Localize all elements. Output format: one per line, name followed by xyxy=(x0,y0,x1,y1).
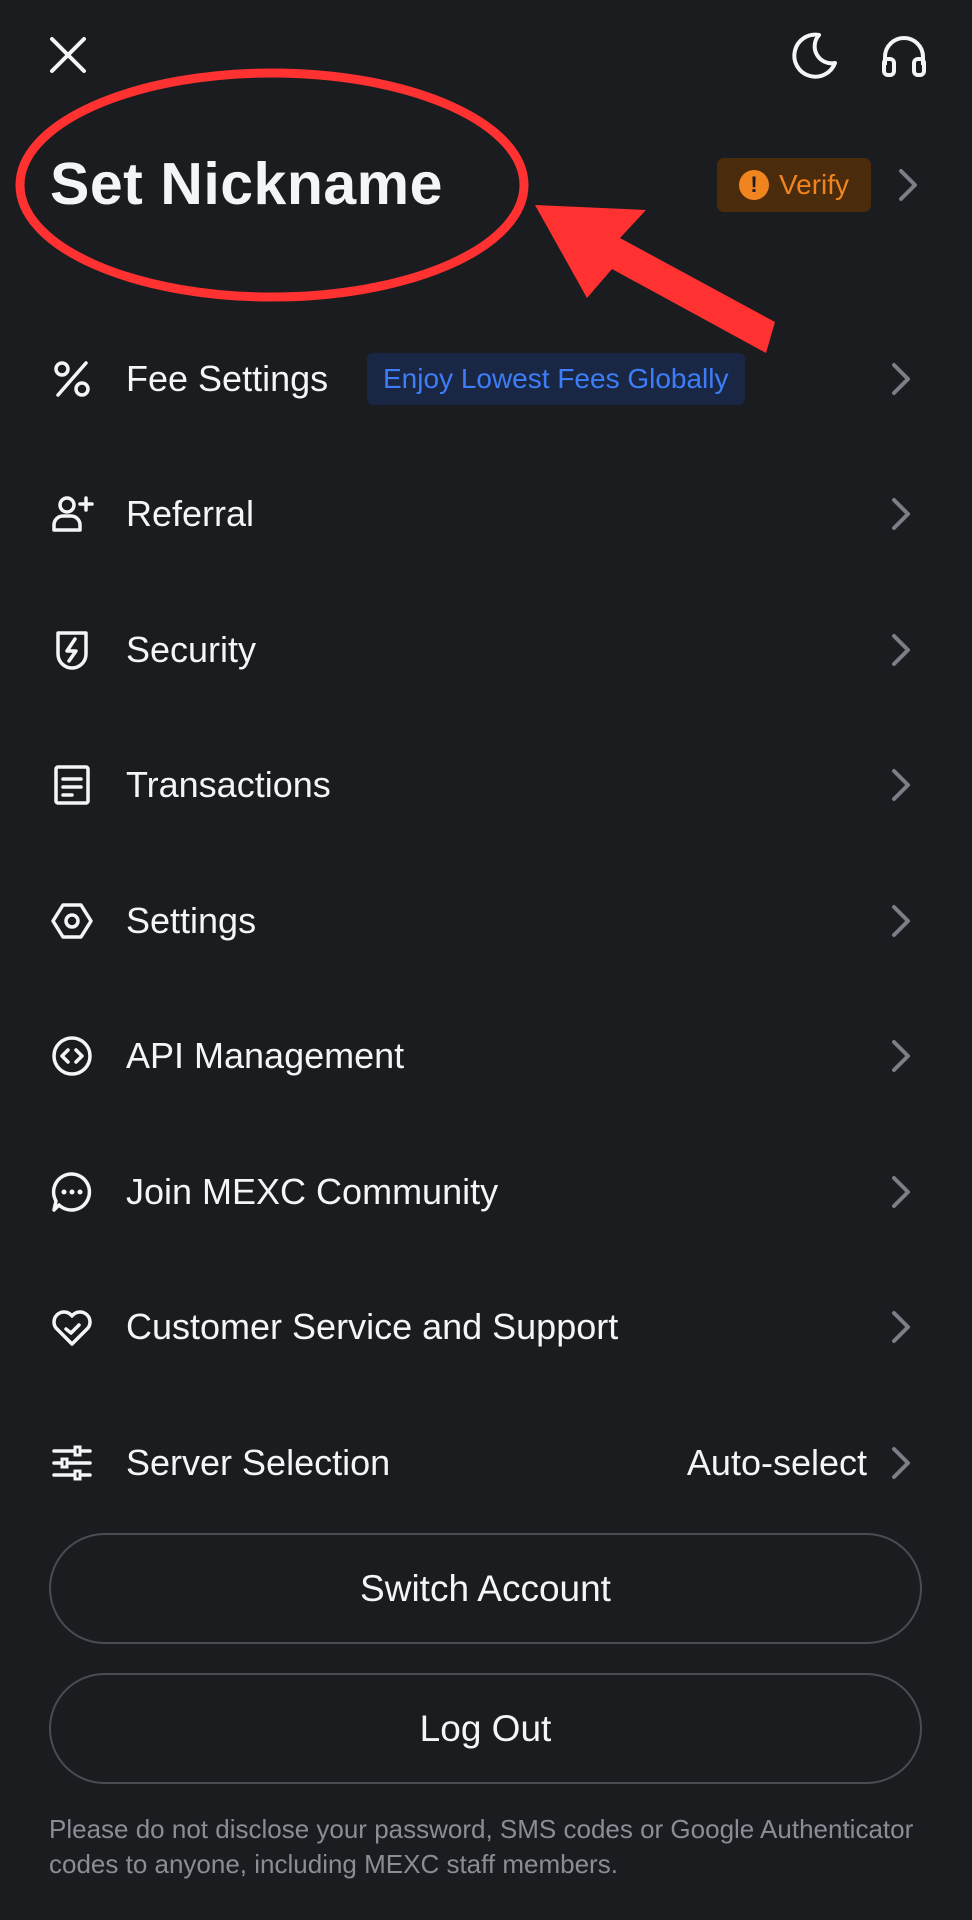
customer-service-label: Customer Service and Support xyxy=(126,1305,619,1347)
annotation-ellipse xyxy=(15,68,529,302)
chevron-right-icon xyxy=(890,1309,912,1345)
log-out-button[interactable]: Log Out xyxy=(49,1673,922,1784)
chevron-right-icon xyxy=(890,767,912,803)
chevron-right-icon xyxy=(890,903,912,939)
sliders-icon xyxy=(50,1441,94,1485)
lowest-fees-badge: Enjoy Lowest Fees Globally xyxy=(367,352,745,405)
chevron-right-icon xyxy=(890,632,912,668)
annotation-overlay xyxy=(15,68,775,353)
chevron-right-icon xyxy=(890,361,912,397)
switch-account-button[interactable]: Switch Account xyxy=(49,1533,922,1644)
menu-item-fee-settings[interactable]: Fee Settings Enjoy Lowest Fees Globally xyxy=(0,311,972,446)
server-selection-value: Auto-select xyxy=(686,1441,867,1483)
referral-label: Referral xyxy=(126,492,255,534)
menu-item-community[interactable]: Join MEXC Community xyxy=(0,1124,972,1259)
menu-item-transactions[interactable]: Transactions xyxy=(0,717,972,852)
shield-bolt-icon xyxy=(50,628,94,672)
document-icon xyxy=(50,763,94,807)
security-disclaimer: Please do not disclose your password, SM… xyxy=(49,1814,914,1879)
percent-icon xyxy=(50,357,94,401)
menu-item-server-selection[interactable]: Server Selection Auto-select xyxy=(0,1395,972,1530)
add-user-icon xyxy=(50,492,94,536)
menu-item-customer-service[interactable]: Customer Service and Support xyxy=(0,1259,972,1394)
chat-bubble-icon xyxy=(50,1170,94,1214)
menu-item-api-management[interactable]: API Management xyxy=(0,988,972,1123)
server-selection-label: Server Selection xyxy=(126,1441,391,1483)
chevron-right-icon xyxy=(890,1445,912,1481)
menu-item-settings[interactable]: Settings xyxy=(0,853,972,988)
chevron-right-icon xyxy=(890,1174,912,1210)
code-circle-icon xyxy=(50,1034,94,1078)
fee-settings-label: Fee Settings xyxy=(126,357,329,399)
hexagon-gear-icon xyxy=(50,899,94,943)
security-label: Security xyxy=(126,628,257,670)
heart-icon xyxy=(50,1305,94,1349)
menu-item-referral[interactable]: Referral xyxy=(0,446,972,581)
settings-label: Settings xyxy=(126,899,257,941)
menu-item-security[interactable]: Security xyxy=(0,582,972,717)
community-label: Join MEXC Community xyxy=(126,1170,499,1212)
api-management-label: API Management xyxy=(126,1034,405,1076)
chevron-right-icon xyxy=(890,496,912,532)
chevron-right-icon xyxy=(890,1038,912,1074)
transactions-label: Transactions xyxy=(126,763,331,805)
